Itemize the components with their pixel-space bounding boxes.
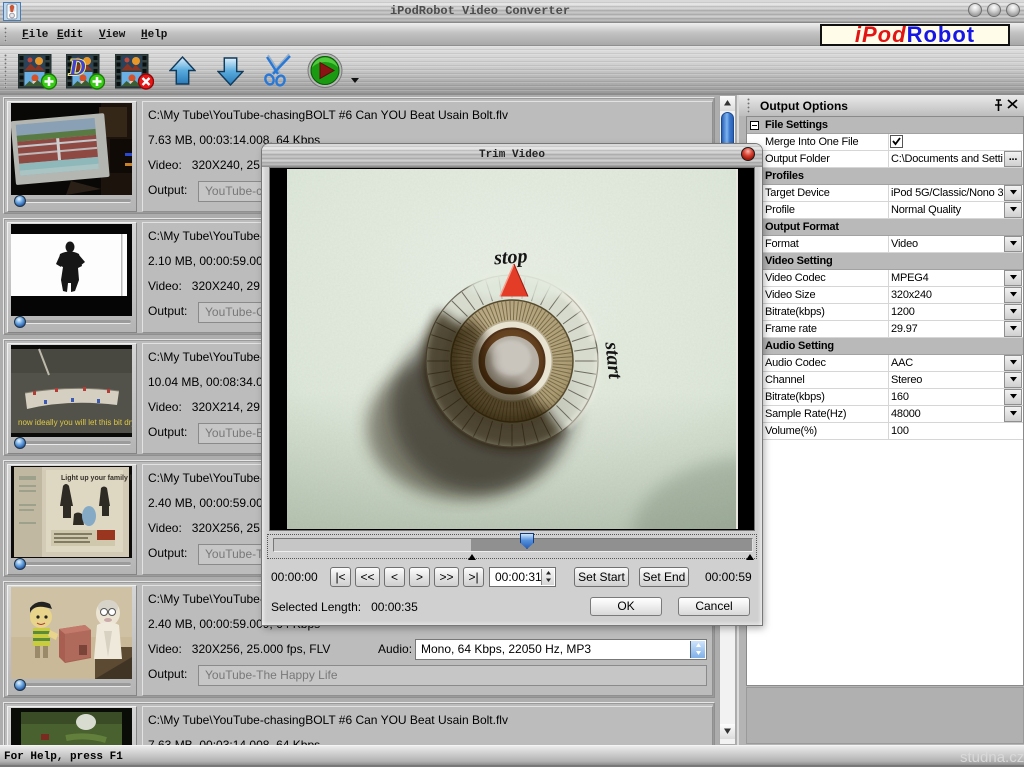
- svg-text:Light up your family life: Light up your family life: [61, 475, 132, 482]
- svg-text:start: start: [600, 340, 626, 381]
- svg-text:now ideally you will let this: now ideally you will let this bit dry...: [18, 418, 132, 427]
- svg-text:D: D: [68, 55, 86, 80]
- svg-text:stop: stop: [492, 245, 528, 269]
